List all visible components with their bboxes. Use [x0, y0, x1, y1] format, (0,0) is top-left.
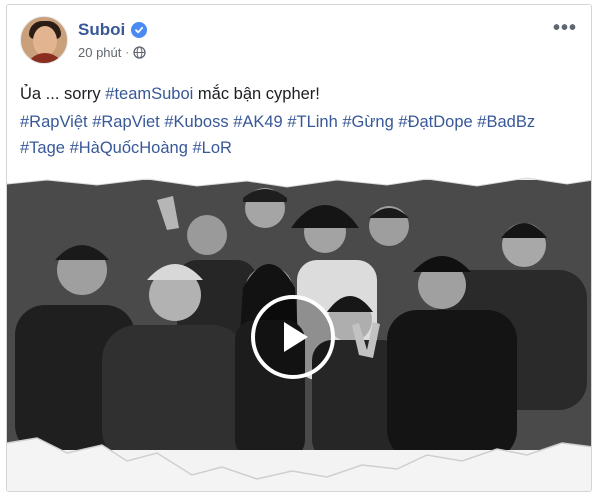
hashtag-link[interactable]: #RapViệt [20, 113, 88, 131]
hashtag-link[interactable]: #AK49 [233, 113, 283, 131]
hashtag-link[interactable]: #LoR [192, 139, 231, 157]
hashtag-link[interactable]: #Kuboss [164, 113, 228, 131]
hashtags-line-2: #Tage #HàQuốcHoàng #LoR [20, 135, 580, 161]
hashtag-link[interactable]: #Gừng [342, 113, 393, 131]
post-meta: Suboi 20 phút · [78, 20, 148, 60]
verified-badge-icon [131, 22, 148, 38]
hashtag-link[interactable]: #HàQuốcHoàng [70, 139, 188, 157]
meta-separator: · [125, 46, 130, 59]
post-caption: Ủa ... sorry #teamSuboi mắc bận cypher! [20, 81, 580, 107]
globe-icon[interactable] [133, 46, 146, 59]
more-options-icon[interactable]: ••• [553, 18, 577, 38]
torn-paper-bottom [7, 437, 591, 491]
hashtag-link[interactable]: #Tage [20, 139, 65, 157]
author-avatar[interactable] [20, 16, 68, 64]
post-timestamp[interactable]: 20 phút [78, 45, 121, 60]
hashtag-link[interactable]: #TLinh [287, 113, 337, 131]
hashtags-line-1: #RapViệt #RapViet #Kuboss #AK49 #TLinh #… [20, 109, 580, 135]
author-name[interactable]: Suboi [78, 20, 125, 40]
post-text: Ủa ... sorry #teamSuboi mắc bận cypher! … [20, 81, 580, 161]
hashtag-link[interactable]: #RapViet [92, 113, 160, 131]
hashtag-link[interactable]: #teamSuboi [105, 85, 193, 103]
torn-paper-top [7, 170, 591, 188]
caption-text-end: mắc bận cypher! [193, 85, 320, 103]
post-header: Suboi 20 phút · [20, 16, 148, 64]
video-thumbnail[interactable] [7, 170, 591, 491]
hashtag-link[interactable]: #ĐạtDope [398, 113, 472, 131]
play-icon[interactable] [251, 295, 335, 379]
post-card: Suboi 20 phút · ••• Ủa ... sorry #teamSu… [6, 4, 592, 492]
caption-text-start: Ủa ... sorry [20, 85, 106, 103]
hashtag-link[interactable]: #BadBz [477, 113, 535, 131]
